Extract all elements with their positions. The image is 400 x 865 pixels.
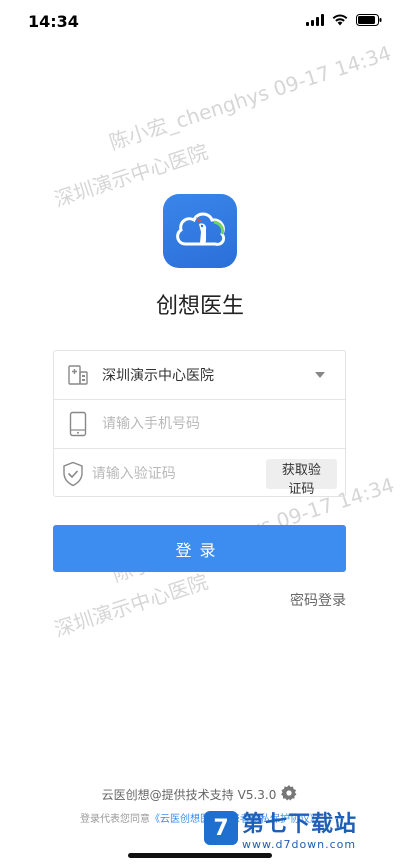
login-button[interactable]: 登录 [53, 525, 346, 572]
watermark-user: 陈小宏_chenghys 09-17 14:34 [106, 40, 394, 155]
shield-check-icon [63, 461, 83, 486]
get-code-button[interactable]: 获取验证码 [265, 458, 337, 497]
status-bar: 14:34 [0, 0, 400, 44]
status-time: 14:34 [28, 12, 79, 31]
watermark-hospital: 深圳演示中心医院 [51, 569, 211, 642]
status-icons [306, 14, 382, 26]
signal-icon [306, 14, 324, 26]
app-logo [163, 194, 237, 268]
cloud-bird-icon [176, 212, 226, 246]
site-logo: 7 [204, 811, 238, 845]
site-badge: 7 第七下载站 www.d7down.com [204, 800, 394, 856]
login-form: 深圳演示中心医院 获取验证码 [53, 350, 346, 497]
phone-icon [69, 411, 87, 437]
phone-row [54, 400, 345, 449]
code-row: 获取验证码 [54, 449, 345, 498]
hospital-icon [68, 365, 88, 385]
password-login-link[interactable]: 密码登录 [290, 590, 346, 610]
battery-icon [356, 14, 382, 26]
code-input[interactable] [91, 465, 266, 482]
chevron-down-icon [315, 372, 325, 378]
site-url: www.d7down.com [242, 837, 357, 851]
login-screen: 14:34 陈小宏_chenghys 09-17 14:34 深圳演示中心医院 … [0, 0, 400, 865]
phone-input[interactable] [102, 416, 345, 432]
app-name: 创想医生 [155, 294, 244, 319]
site-name: 第七下载站 [242, 811, 358, 837]
home-indicator [128, 853, 272, 858]
wifi-icon [332, 14, 348, 26]
agreement-prefix: 登录代表您同意 [80, 814, 150, 825]
hospital-selector[interactable]: 深圳演示中心医院 [54, 351, 345, 400]
hospital-name: 深圳演示中心医院 [102, 368, 214, 384]
